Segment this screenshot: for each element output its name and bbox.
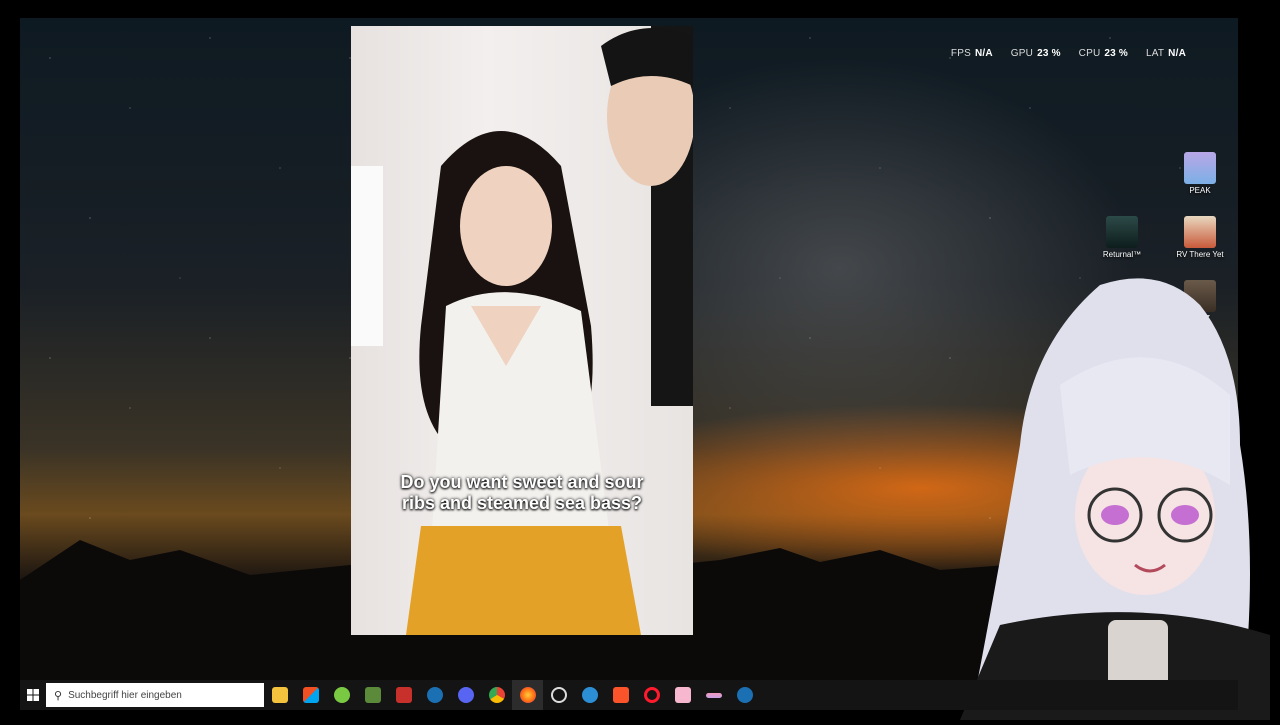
- taskbar-steam-2[interactable]: [729, 680, 760, 710]
- chrome-icon: [488, 687, 505, 703]
- search-placeholder: Suchbegriff hier eingeben: [68, 689, 182, 701]
- speedometer-icon: [550, 687, 567, 703]
- video-subtitle: Do you want sweet and sour ribs and stea…: [351, 472, 693, 514]
- fps-stat: FPS N/A: [950, 48, 993, 59]
- taskbar-discord[interactable]: [450, 680, 481, 710]
- cpu-stat: CPU 23 %: [1078, 48, 1128, 59]
- start-button[interactable]: [20, 680, 46, 710]
- discord-icon: [457, 687, 474, 703]
- desktop-icon-label: PEAK: [1189, 186, 1211, 195]
- subtitle-line-2: ribs and steamed sea bass?: [401, 493, 643, 513]
- taskbar-microsoft-store[interactable]: [295, 680, 326, 710]
- news-icon: [395, 687, 412, 703]
- firefox-icon: [519, 687, 536, 703]
- taskbar-minecraft[interactable]: [357, 680, 388, 710]
- rv-there-yet-icon: [1184, 216, 1216, 248]
- subtitle-line-1: Do you want sweet and sour: [400, 472, 644, 492]
- android-icon: [333, 687, 350, 703]
- peak-icon: [1184, 152, 1216, 184]
- video-player[interactable]: Do you want sweet and sour ribs and stea…: [351, 26, 693, 635]
- desktop-icon-peak[interactable]: PEAK: [1168, 152, 1232, 195]
- folder-icon: [271, 687, 288, 703]
- taskbar-app-pink[interactable]: [667, 680, 698, 710]
- search-icon: ⚲: [54, 689, 63, 702]
- taskbar-speedtest[interactable]: [543, 680, 574, 710]
- desktop-icon-returnal[interactable]: Returnal™: [1090, 216, 1154, 259]
- desktop-icon-label: Returnal™: [1102, 250, 1142, 259]
- steam-icon: [426, 687, 443, 703]
- windows-icon: [27, 689, 39, 701]
- taskbar-steam[interactable]: [419, 680, 450, 710]
- returnal-icon: [1106, 216, 1138, 248]
- gpu-stat: GPU 23 %: [1010, 48, 1061, 59]
- app-pink-icon: [674, 687, 691, 703]
- taskbar-app-green[interactable]: [326, 680, 357, 710]
- taskbar-news-app[interactable]: [388, 680, 419, 710]
- taskbar-file-explorer[interactable]: [264, 680, 295, 710]
- taskbar-brave[interactable]: [605, 680, 636, 710]
- app-stripe-icon: [705, 692, 722, 698]
- taskbar-search-box[interactable]: ⚲ Suchbegriff hier eingeben: [46, 683, 264, 707]
- avatar-illustration: [960, 278, 1270, 720]
- vtuber-avatar: [940, 265, 1280, 720]
- taskbar: ⚲ Suchbegriff hier eingeben: [20, 680, 1238, 710]
- desktop-icon-label: RV There Yet: [1176, 250, 1224, 259]
- steam-icon: [736, 687, 753, 703]
- performance-overlay: FPS N/A GPU 23 % CPU 23 % LAT N/A: [951, 48, 1186, 59]
- brave-icon: [612, 687, 629, 703]
- taskbar-firefox[interactable]: [512, 680, 543, 710]
- latency-stat: LAT N/A: [1145, 48, 1186, 59]
- taskbar-app-blue[interactable]: [574, 680, 605, 710]
- taskbar-chrome[interactable]: [481, 680, 512, 710]
- desktop-icon-rv-there-yet[interactable]: RV There Yet: [1168, 216, 1232, 259]
- minecraft-icon: [364, 687, 381, 703]
- video-frame: [351, 26, 693, 635]
- app-blue-icon: [581, 687, 598, 703]
- taskbar-opera[interactable]: [636, 680, 667, 710]
- store-icon: [302, 687, 319, 703]
- taskbar-app-stripe[interactable]: [698, 680, 729, 710]
- opera-icon: [643, 687, 660, 703]
